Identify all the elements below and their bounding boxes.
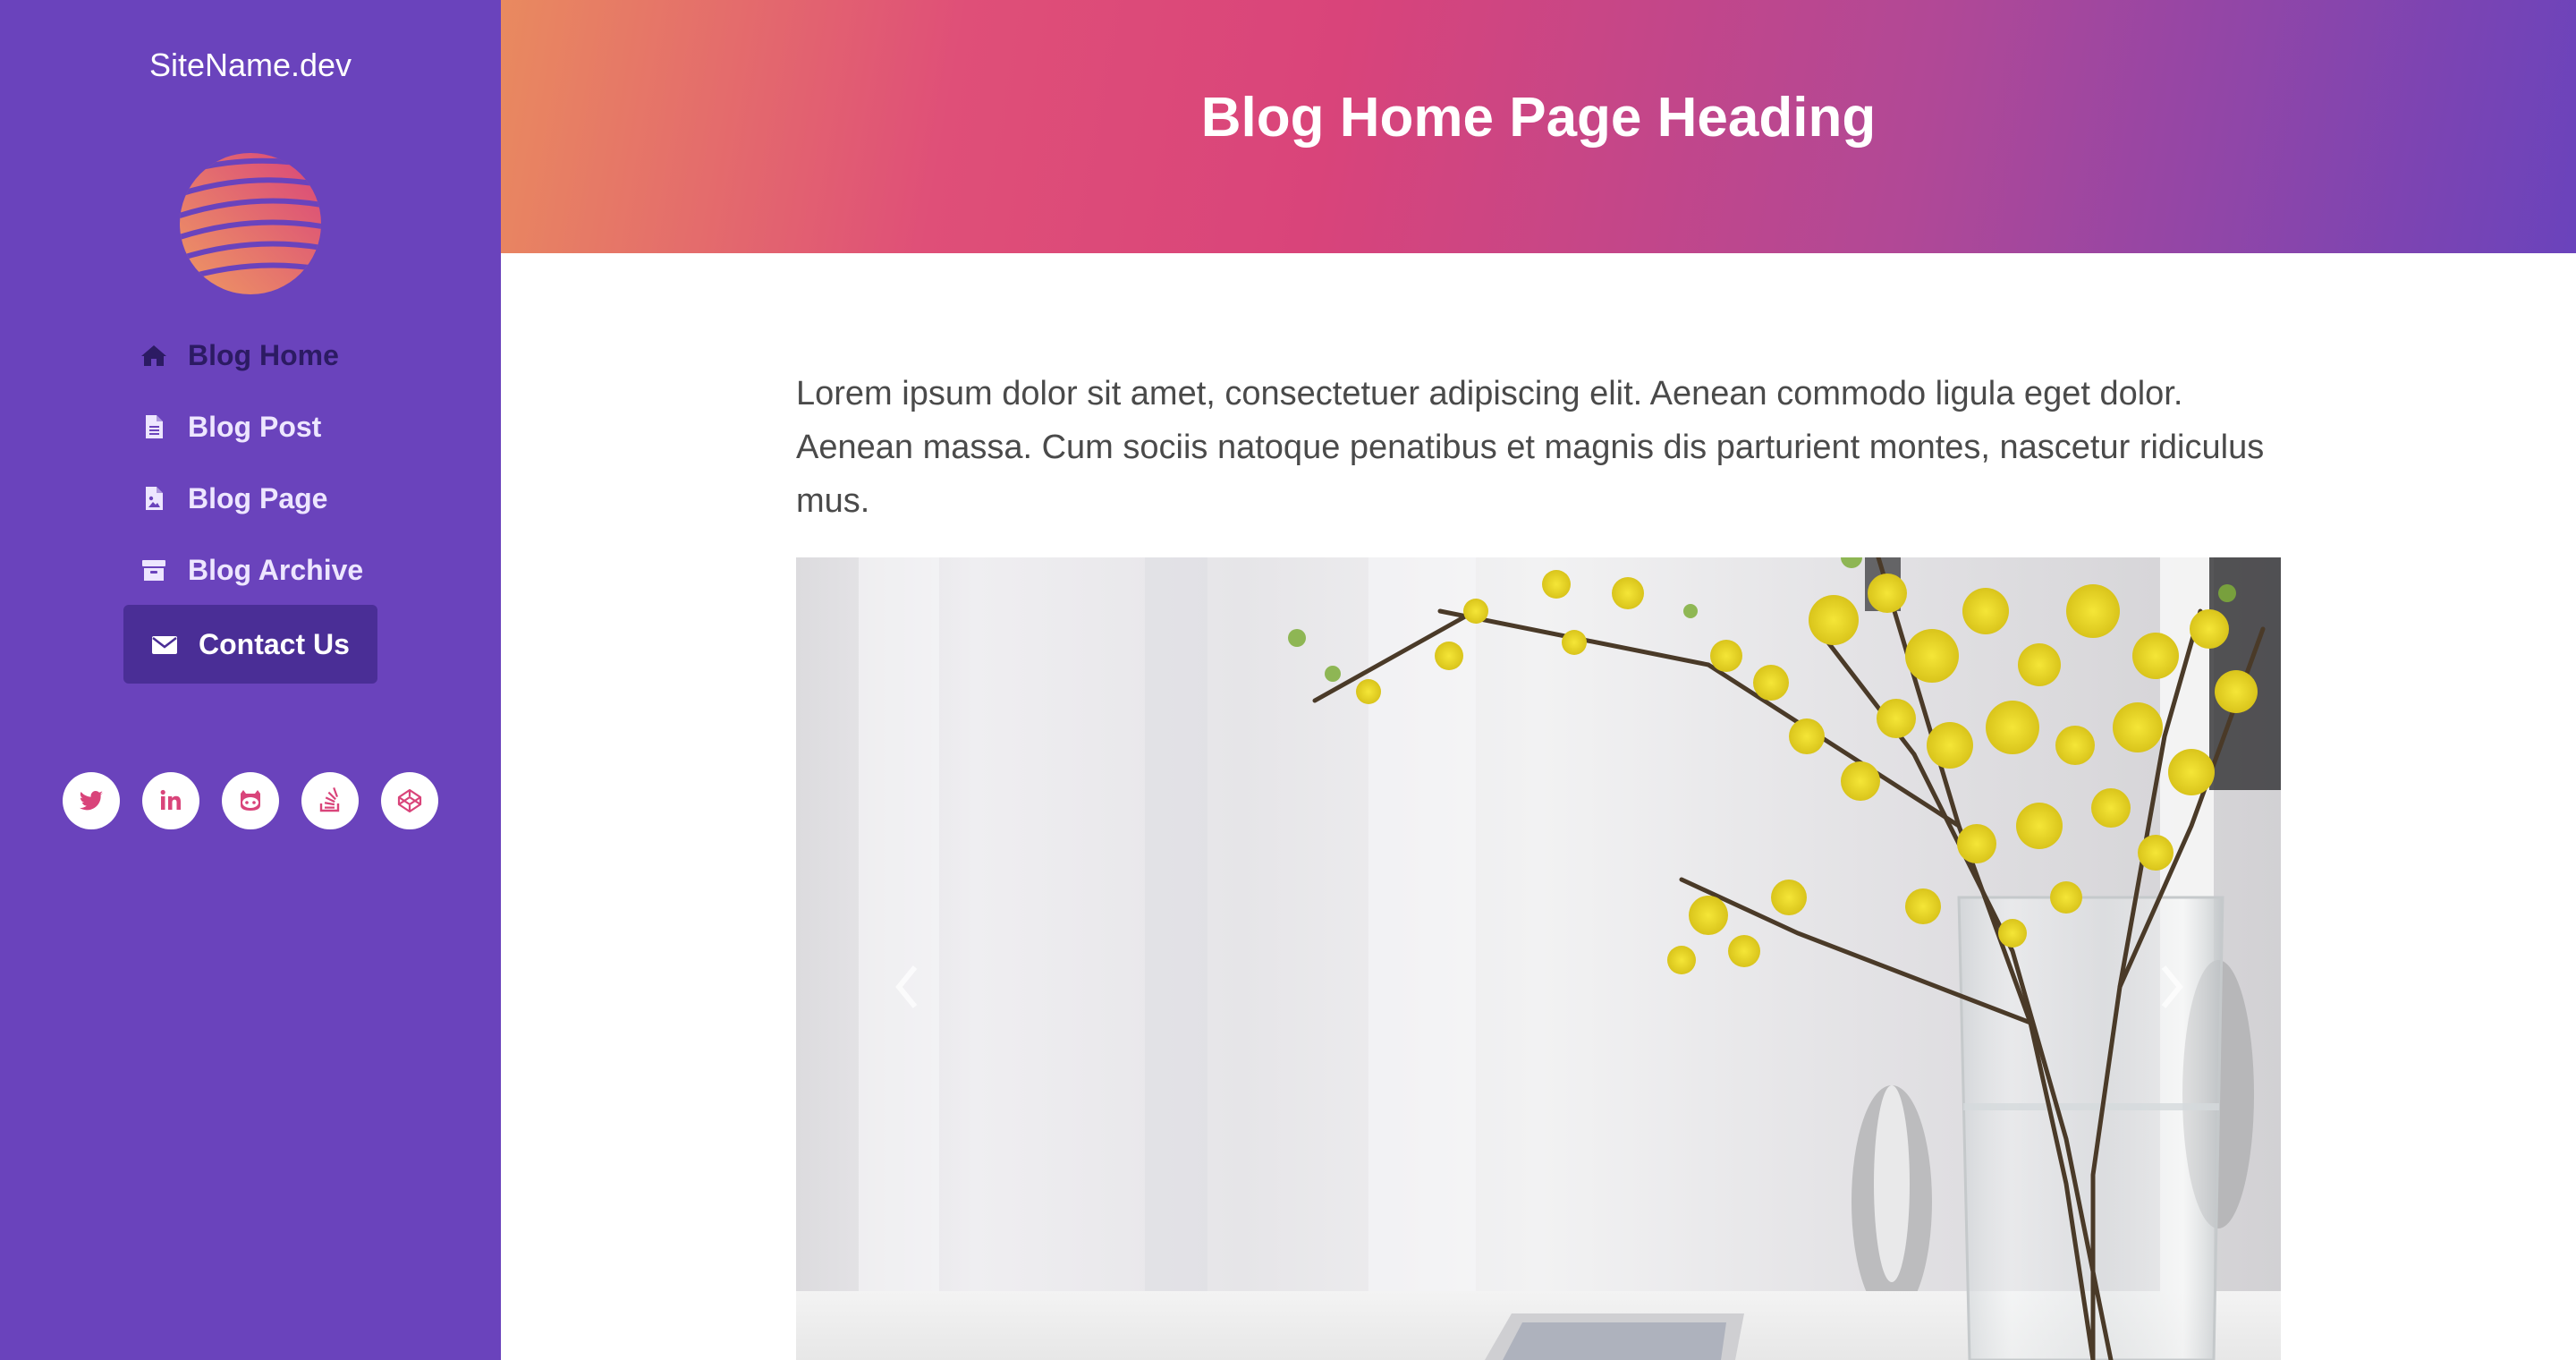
main-content: Lorem ipsum dolor sit amet, consectetuer… <box>796 367 2281 528</box>
nav-contact-us[interactable]: Contact Us <box>123 605 377 684</box>
stack-overflow-link[interactable] <box>301 772 359 829</box>
nav-label: Blog Home <box>188 338 339 371</box>
twitter-link[interactable] <box>63 772 120 829</box>
carousel-image <box>796 557 2281 1360</box>
file-image-icon <box>140 484 168 513</box>
nav-label: Contact Us <box>199 627 350 660</box>
github-link[interactable] <box>222 772 279 829</box>
image-carousel[interactable] <box>796 557 2281 1360</box>
linkedin-link[interactable] <box>142 772 199 829</box>
nav-label: Blog Post <box>188 410 322 443</box>
linkedin-icon <box>160 789 181 810</box>
codepen-link[interactable] <box>381 772 438 829</box>
carousel-prev-button[interactable] <box>818 897 997 1076</box>
github-icon <box>241 790 260 811</box>
page-header: Blog Home Page Heading <box>501 0 2576 253</box>
chevron-right-icon <box>2161 965 2183 1008</box>
intro-paragraph: Lorem ipsum dolor sit amet, consectetuer… <box>796 375 2265 520</box>
stack-overflow-icon <box>319 786 340 812</box>
chevron-left-icon <box>895 965 918 1008</box>
carousel-next-button[interactable] <box>2081 897 2260 1076</box>
social-links <box>63 772 438 829</box>
nav-blog-archive[interactable]: Blog Archive <box>123 532 392 608</box>
nav-blog-post[interactable]: Blog Post <box>123 389 392 464</box>
nav-label: Blog Page <box>188 481 328 514</box>
page-title: Blog Home Page Heading <box>1200 87 1877 149</box>
site-name[interactable]: SiteName.dev <box>0 47 501 84</box>
file-text-icon <box>140 412 168 441</box>
twitter-icon <box>80 790 103 811</box>
archive-icon <box>140 556 168 584</box>
envelope-icon <box>150 630 179 659</box>
codepen-icon <box>397 788 422 813</box>
sidebar: SiteName.dev Blog Home Blog Post Blog Pa… <box>0 0 501 1360</box>
site-logo[interactable] <box>178 151 323 296</box>
nav-blog-page[interactable]: Blog Page <box>123 461 392 536</box>
nav-label: Blog Archive <box>188 553 364 586</box>
home-icon <box>140 341 168 370</box>
striped-globe-logo-icon <box>180 153 321 294</box>
nav-blog-home[interactable]: Blog Home <box>123 318 392 393</box>
